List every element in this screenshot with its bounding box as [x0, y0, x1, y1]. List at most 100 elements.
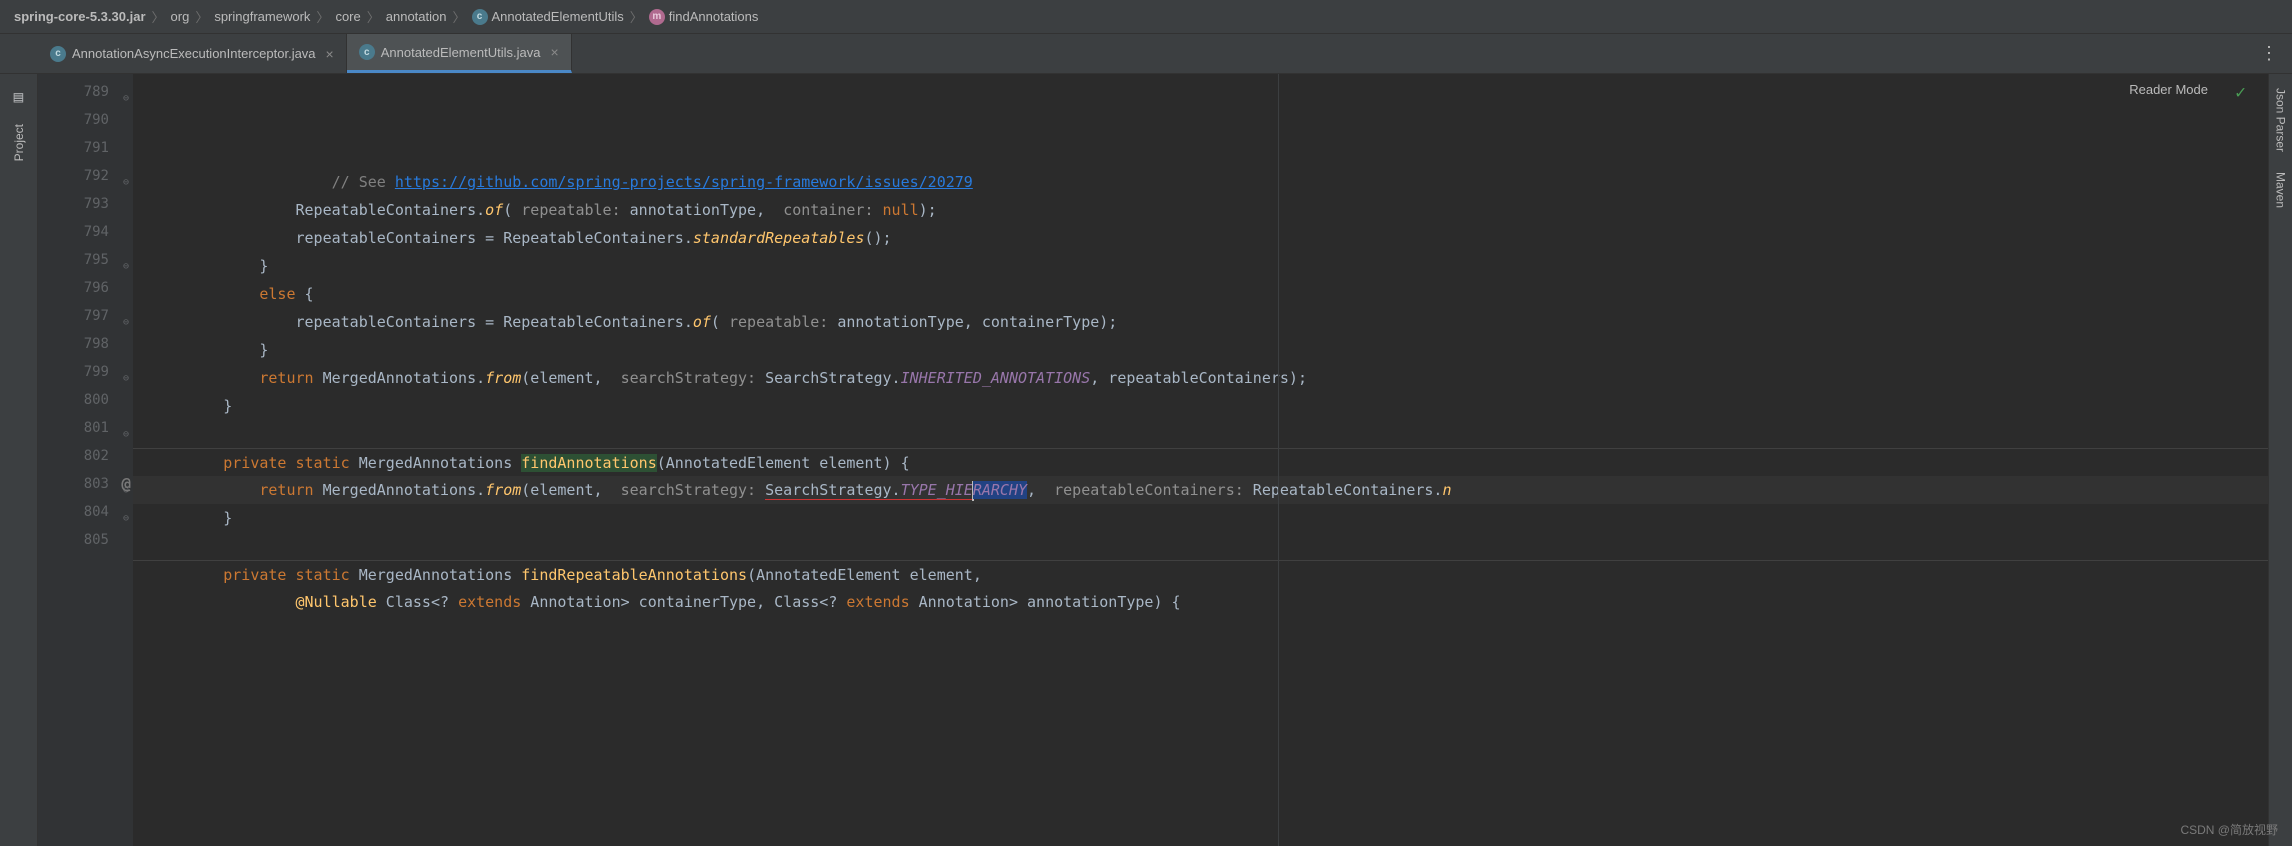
- code-line[interactable]: }: [133, 392, 2268, 420]
- code-line[interactable]: [133, 532, 2268, 560]
- code-token: private static: [223, 566, 349, 584]
- fold-icon[interactable]: ⊖: [117, 365, 129, 377]
- code-token: MergedAnnotations: [350, 566, 522, 584]
- annotation-icon[interactable]: @: [121, 470, 131, 498]
- tool-button[interactable]: Maven: [2274, 172, 2288, 208]
- code-token: annotationType,: [621, 201, 784, 219]
- code-token: Annotation> annotationType) {: [910, 593, 1181, 611]
- code-token: @Nullable: [296, 593, 377, 611]
- code-token: null: [883, 201, 919, 219]
- code-line[interactable]: repeatableContainers = RepeatableContain…: [133, 224, 2268, 252]
- line-number[interactable]: 803⊖@: [38, 470, 133, 498]
- line-number[interactable]: 799⊖: [38, 358, 133, 386]
- code-token: }: [259, 341, 268, 359]
- line-number[interactable]: 800: [38, 386, 133, 414]
- tool-button[interactable]: Json Parser: [2274, 88, 2288, 152]
- line-number[interactable]: 801⊖: [38, 414, 133, 442]
- fold-icon[interactable]: ⊖: [117, 253, 129, 265]
- code-line[interactable]: }: [133, 252, 2268, 280]
- code-token: [756, 481, 765, 499]
- code-token: {: [296, 285, 314, 303]
- code-line[interactable]: repeatableContainers = RepeatableContain…: [133, 308, 2268, 336]
- line-number[interactable]: 790: [38, 106, 133, 134]
- breadcrumb-segment[interactable]: cAnnotatedElementUtils: [468, 9, 628, 25]
- tool-window-right: Json Parser Maven: [2268, 74, 2292, 846]
- line-number[interactable]: 789⊖: [38, 78, 133, 106]
- code-token: INHERITED_ANNOTATIONS: [901, 369, 1091, 387]
- code-line[interactable]: // See https://github.com/spring-project…: [133, 168, 2268, 196]
- line-number[interactable]: 792⊖: [38, 162, 133, 190]
- code-token: searchStrategy:: [621, 369, 756, 387]
- line-number[interactable]: 794: [38, 218, 133, 246]
- breadcrumb-segment[interactable]: springframework: [210, 9, 314, 24]
- code-token: (AnnotatedElement element) {: [657, 454, 910, 472]
- breadcrumb-label: core: [335, 9, 360, 24]
- line-number[interactable]: 793: [38, 190, 133, 218]
- code-token: return: [259, 369, 313, 387]
- code-token: standardRepeatables: [693, 229, 865, 247]
- code-line[interactable]: }: [133, 336, 2268, 364]
- fold-icon[interactable]: ⊖: [117, 309, 129, 321]
- code-line[interactable]: private static MergedAnnotations findRep…: [133, 560, 2268, 588]
- code-token: (: [711, 313, 729, 331]
- code-line[interactable]: else {: [133, 280, 2268, 308]
- code-line[interactable]: return MergedAnnotations.from(element, s…: [133, 476, 2268, 504]
- code-line[interactable]: return MergedAnnotations.from(element, s…: [133, 364, 2268, 392]
- fold-icon[interactable]: ⊖: [117, 505, 129, 517]
- code-token: repeatableContainers:: [1054, 481, 1244, 499]
- code-token: MergedAnnotations.: [314, 369, 486, 387]
- code-line[interactable]: [133, 616, 2268, 644]
- code-line[interactable]: RepeatableContainers.of( repeatable: ann…: [133, 196, 2268, 224]
- code-token: of: [485, 201, 503, 219]
- close-icon[interactable]: ×: [326, 46, 334, 62]
- code-token: (element,: [521, 481, 620, 499]
- code-token: MergedAnnotations.: [314, 481, 486, 499]
- breadcrumb-segment[interactable]: mfindAnnotations: [645, 9, 763, 25]
- code-token: RepeatableContainers.: [296, 201, 486, 219]
- line-number[interactable]: 796: [38, 274, 133, 302]
- line-number[interactable]: 804⊖: [38, 498, 133, 526]
- code-token: annotationType, containerType);: [828, 313, 1117, 331]
- editor-tabs: cAnnotationAsyncExecutionInterceptor.jav…: [0, 34, 2292, 74]
- breadcrumb-segment[interactable]: org: [167, 9, 194, 24]
- code-token: (: [503, 201, 521, 219]
- code-token: ,: [1027, 481, 1054, 499]
- close-icon[interactable]: ×: [550, 44, 558, 60]
- project-tool-button[interactable]: Project: [12, 120, 26, 165]
- code-line[interactable]: private static MergedAnnotations findAnn…: [133, 448, 2268, 476]
- line-number[interactable]: 802: [38, 442, 133, 470]
- breadcrumb-segment[interactable]: core: [331, 9, 364, 24]
- line-number[interactable]: 798: [38, 330, 133, 358]
- folder-icon[interactable]: ▤: [7, 84, 31, 108]
- code-token: return: [259, 481, 313, 499]
- class-icon: c: [359, 44, 375, 60]
- editor-tab[interactable]: cAnnotationAsyncExecutionInterceptor.jav…: [38, 34, 347, 73]
- code-token: container:: [783, 201, 873, 219]
- code-line[interactable]: @Nullable Class<? extends Annotation> co…: [133, 588, 2268, 616]
- fold-icon[interactable]: ⊖: [117, 421, 129, 433]
- breadcrumb-segment[interactable]: annotation: [382, 9, 451, 24]
- code-line[interactable]: }: [133, 504, 2268, 532]
- code-area[interactable]: Reader Mode ✓ // See https://github.com/…: [133, 74, 2268, 846]
- code-token: [874, 201, 883, 219]
- code-token: SearchStrategy.: [765, 481, 900, 500]
- reader-mode-button[interactable]: Reader Mode: [2129, 82, 2208, 97]
- fold-icon[interactable]: ⊖: [117, 85, 129, 97]
- line-number[interactable]: 791: [38, 134, 133, 162]
- editor-tab[interactable]: c AnnotatedElementUtils.java ×: [347, 34, 572, 73]
- line-number[interactable]: 795⊖: [38, 246, 133, 274]
- code-token: (element,: [521, 369, 620, 387]
- code-editor[interactable]: 789⊖790791792⊖793794795⊖796797⊖798799⊖80…: [38, 74, 2268, 846]
- tab-label: AnnotatedElementUtils.java: [381, 45, 541, 60]
- line-number[interactable]: 805: [38, 526, 133, 554]
- breadcrumb: spring-core-5.3.30.jar〉org〉springframewo…: [0, 0, 2292, 34]
- more-icon[interactable]: ⋮: [2246, 43, 2292, 64]
- gutter[interactable]: 789⊖790791792⊖793794795⊖796797⊖798799⊖80…: [38, 74, 133, 846]
- tool-window-left: ▤ Project: [0, 74, 38, 846]
- breadcrumb-segment[interactable]: spring-core-5.3.30.jar: [10, 9, 150, 24]
- inspection-check-icon[interactable]: ✓: [2235, 82, 2246, 103]
- line-number[interactable]: 797⊖: [38, 302, 133, 330]
- code-line[interactable]: [133, 420, 2268, 448]
- fold-icon[interactable]: ⊖: [117, 169, 129, 181]
- code-token: TYPE_HIE: [901, 481, 973, 500]
